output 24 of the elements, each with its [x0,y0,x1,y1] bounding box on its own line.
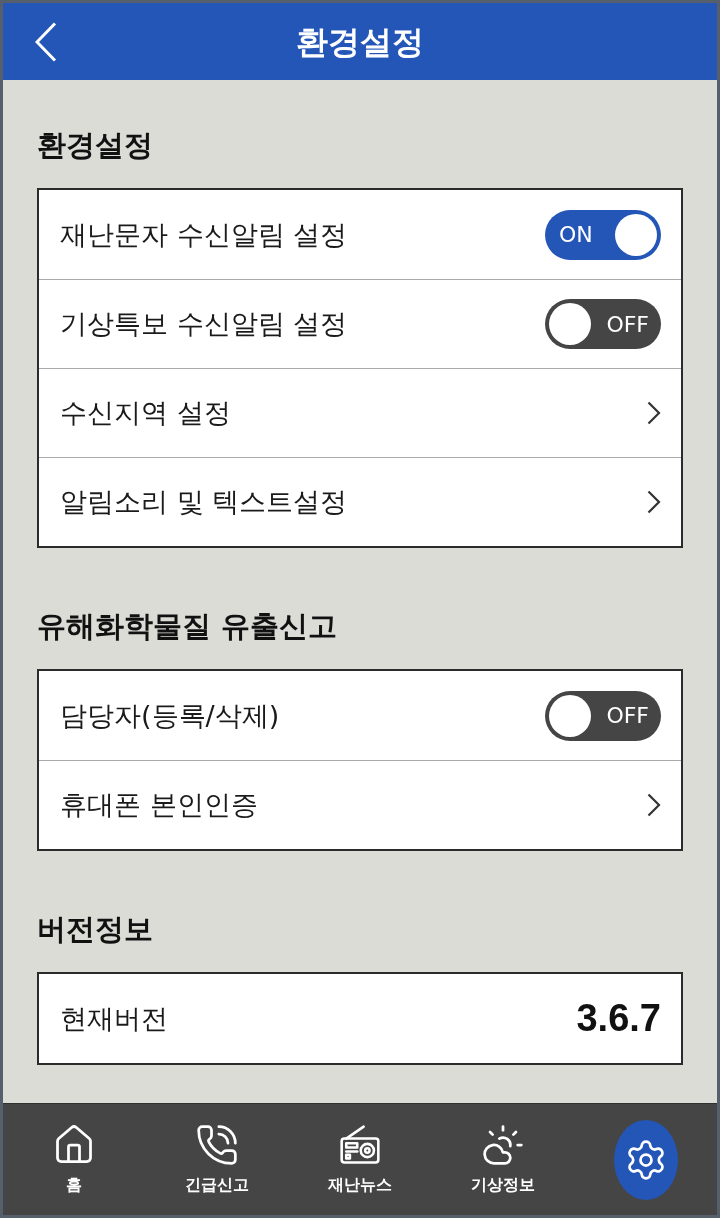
section-title: 버전정보 [37,911,154,948]
nav-tab[interactable]: 긴급신고 [181,1121,254,1198]
radio-icon [338,1123,382,1167]
version-number: 3.6.7 [576,997,661,1040]
phone-icon [195,1123,240,1167]
nav-tab[interactable]: 홈 [48,1121,101,1198]
setting-label: 담당자(등록/삭제) [60,698,280,733]
nav-tab[interactable]: 재난뉴스 [324,1121,396,1198]
page-title: 환경설정 [296,21,424,62]
toggle-switch[interactable]: OFF [545,690,661,741]
sun-cloud-icon [480,1123,525,1167]
setting-label: 현재버전 [60,1001,168,1036]
setting-label: 재난문자 수신알림 설정 [60,217,348,252]
toggle-switch[interactable]: ON [545,209,661,260]
chevron-right-icon [647,793,661,817]
nav-tab[interactable]: 기상정보 [466,1121,539,1198]
section-title: 환경설정 [37,127,154,164]
back-button[interactable] [35,21,57,62]
section-title: 유해화학물질 유출신고 [37,608,339,645]
chevron-right-icon [647,490,661,514]
chevron-right-icon [647,401,661,425]
back-icon [35,21,57,62]
setting-label: 기상특보 수신알림 설정 [60,307,348,341]
toggle-switch[interactable]: OFF [545,299,661,349]
